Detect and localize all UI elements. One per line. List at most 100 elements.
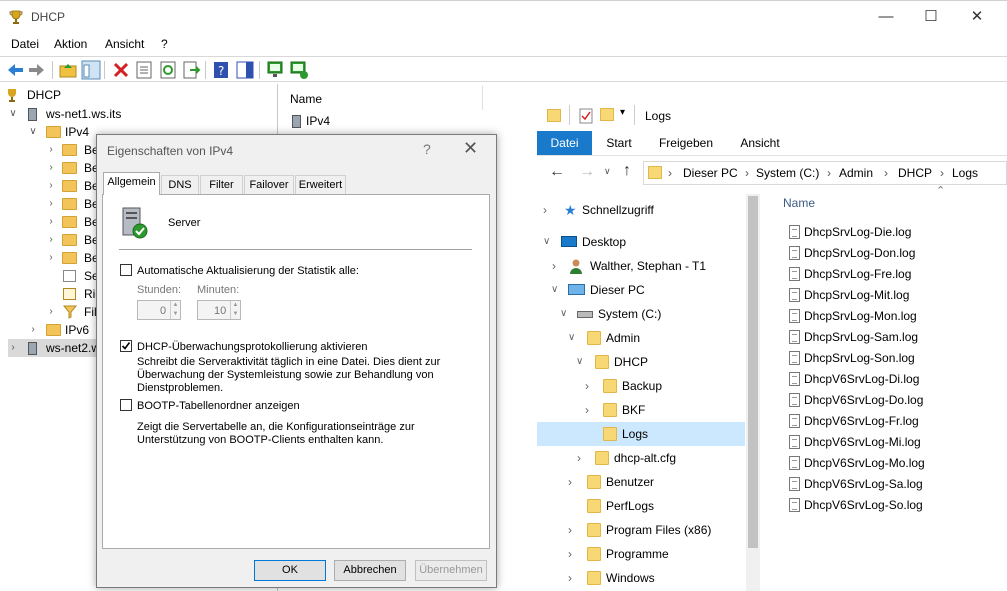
action-pane-icon[interactable]: [235, 60, 255, 80]
nav-item-schnellzugriff[interactable]: › ★ Schnellzugriff: [537, 198, 745, 222]
nav-item-backup[interactable]: › Backup: [537, 374, 745, 398]
menu-aktion[interactable]: Aktion: [54, 37, 87, 51]
forward-arrow-icon[interactable]: →: [579, 163, 595, 181]
nav-item-program-files-x86[interactable]: › Program Files (x86): [537, 518, 745, 542]
chevron-right-icon[interactable]: ›: [46, 303, 56, 321]
breadcrumb-logs[interactable]: Logs: [952, 166, 978, 180]
menu-help[interactable]: ?: [161, 37, 168, 51]
nav-item-programme[interactable]: › Programme: [537, 542, 745, 566]
back-arrow-icon[interactable]: [5, 60, 25, 80]
nav-item-logs[interactable]: Logs: [537, 422, 745, 446]
close-button[interactable]: ✕: [957, 5, 997, 29]
chevron-right-icon[interactable]: ›: [46, 231, 56, 249]
chevron-right-icon[interactable]: ›: [552, 254, 556, 278]
chevron-right-icon[interactable]: ›: [46, 177, 56, 195]
nav-item-bkf[interactable]: › BKF: [537, 398, 745, 422]
ribbon-tab-datei[interactable]: Datei: [537, 131, 592, 155]
tab-allgemein[interactable]: Allgemein: [103, 172, 160, 195]
ok-button[interactable]: OK: [254, 560, 326, 581]
column-header-name[interactable]: Name: [290, 92, 322, 106]
chevron-right-icon[interactable]: ›: [585, 374, 589, 398]
ribbon-tab-freigeben[interactable]: Freigeben: [651, 131, 721, 155]
tab-failover[interactable]: Failover: [244, 175, 294, 194]
tab-erweitert[interactable]: Erweitert: [295, 175, 346, 194]
help-book-icon[interactable]: ?: [211, 60, 231, 80]
chevron-down-icon[interactable]: ∨: [560, 302, 567, 326]
server-monitor-icon[interactable]: [266, 60, 286, 80]
nav-item-dieser-pc[interactable]: ∨ Dieser PC: [537, 278, 745, 302]
delete-icon[interactable]: [111, 60, 131, 80]
menu-ansicht[interactable]: Ansicht: [105, 37, 144, 51]
chevron-right-icon[interactable]: ›: [28, 321, 38, 339]
nav-item-system-c[interactable]: ∨ System (C:): [537, 302, 745, 326]
chevron-down-icon[interactable]: ∨: [8, 105, 18, 123]
minimize-button[interactable]: —: [866, 5, 906, 29]
nav-scrollbar[interactable]: [746, 194, 760, 591]
chevron-down-icon[interactable]: ∨: [28, 123, 38, 141]
nav-item-desktop[interactable]: ∨ Desktop: [537, 230, 745, 254]
properties-checklist-icon[interactable]: [579, 108, 593, 124]
cancel-button[interactable]: Abbrechen: [334, 560, 406, 581]
address-bar[interactable]: › Dieser PC › System (C:) › Admin › DHCP…: [643, 161, 1007, 185]
column-header-name[interactable]: Name: [783, 196, 815, 210]
dialog-close-icon[interactable]: ✕: [463, 138, 478, 159]
chevron-right-icon[interactable]: ›: [568, 566, 572, 590]
list-item[interactable]: IPv4: [290, 112, 410, 130]
menu-datei[interactable]: Datei: [11, 37, 39, 51]
chevron-right-icon[interactable]: ›: [577, 446, 581, 470]
breadcrumb-dhcp[interactable]: DHCP: [898, 166, 932, 180]
spinner-arrows-icon[interactable]: ▲ ▼: [170, 301, 180, 319]
nav-item-perflogs[interactable]: PerfLogs: [537, 494, 745, 518]
server-authorize-icon[interactable]: [289, 60, 309, 80]
ribbon-tab-ansicht[interactable]: Ansicht: [733, 131, 787, 155]
up-folder-icon[interactable]: [58, 60, 78, 80]
maximize-button[interactable]: ☐: [911, 5, 951, 29]
help-button[interactable]: ?: [423, 141, 431, 157]
qat-dropdown-icon[interactable]: ▾: [620, 107, 625, 118]
nav-item-admin[interactable]: ∨ Admin: [537, 326, 745, 350]
chevron-down-icon[interactable]: ∨: [576, 350, 583, 374]
apply-button[interactable]: Übernehmen: [415, 560, 487, 581]
export-list-icon[interactable]: [181, 60, 201, 80]
chevron-right-icon[interactable]: ›: [46, 213, 56, 231]
chevron-right-icon[interactable]: ›: [543, 198, 547, 222]
chevron-down-icon[interactable]: ∨: [551, 278, 558, 302]
recent-dropdown-icon[interactable]: ∨: [604, 166, 611, 177]
nav-item-dhcp-alt[interactable]: › dhcp-alt.cfg: [537, 446, 745, 470]
minutes-spinner[interactable]: 10 ▲ ▼: [197, 300, 241, 320]
chevron-down-icon[interactable]: ∨: [543, 230, 550, 254]
up-arrow-icon[interactable]: ↑: [623, 162, 631, 180]
tab-filter[interactable]: Filter: [200, 175, 243, 194]
ribbon-tab-start[interactable]: Start: [597, 131, 641, 155]
chevron-right-icon[interactable]: ›: [46, 195, 56, 213]
chevron-right-icon[interactable]: ›: [568, 542, 572, 566]
chevron-right-icon[interactable]: ›: [568, 518, 572, 542]
auto-update-checkbox[interactable]: [120, 264, 132, 276]
audit-logging-checkbox[interactable]: [120, 340, 132, 352]
spinner-arrows-icon[interactable]: ▲ ▼: [230, 301, 240, 319]
breadcrumb-dieser-pc[interactable]: Dieser PC: [683, 166, 738, 180]
nav-scrollbar-thumb[interactable]: [748, 196, 758, 548]
chevron-right-icon[interactable]: ›: [585, 398, 589, 422]
chevron-right-icon[interactable]: ›: [568, 470, 572, 494]
properties-icon[interactable]: [134, 60, 154, 80]
forward-arrow-icon[interactable]: [27, 60, 47, 80]
nav-item-user[interactable]: › Walther, Stephan - T1: [537, 254, 745, 278]
breadcrumb-system-c[interactable]: System (C:): [756, 166, 819, 180]
back-arrow-icon[interactable]: ←: [549, 163, 565, 181]
chevron-right-icon[interactable]: ›: [46, 141, 56, 159]
hours-spinner[interactable]: 0 ▲ ▼: [137, 300, 181, 320]
show-hide-tree-icon[interactable]: [81, 60, 101, 80]
new-folder-icon[interactable]: [600, 108, 614, 121]
breadcrumb-admin[interactable]: Admin: [839, 166, 873, 180]
nav-item-benutzer[interactable]: › Benutzer: [537, 470, 745, 494]
chevron-right-icon[interactable]: ›: [8, 339, 18, 357]
nav-item-windows[interactable]: › Windows: [537, 566, 745, 590]
bootp-checkbox[interactable]: [120, 399, 132, 411]
chevron-right-icon[interactable]: ›: [46, 159, 56, 177]
chevron-right-icon[interactable]: ›: [46, 249, 56, 267]
refresh-icon[interactable]: [158, 60, 178, 80]
chevron-down-icon[interactable]: ∨: [568, 326, 575, 350]
tab-dns[interactable]: DNS: [161, 175, 199, 194]
nav-item-dhcp[interactable]: ∨ DHCP: [537, 350, 745, 374]
